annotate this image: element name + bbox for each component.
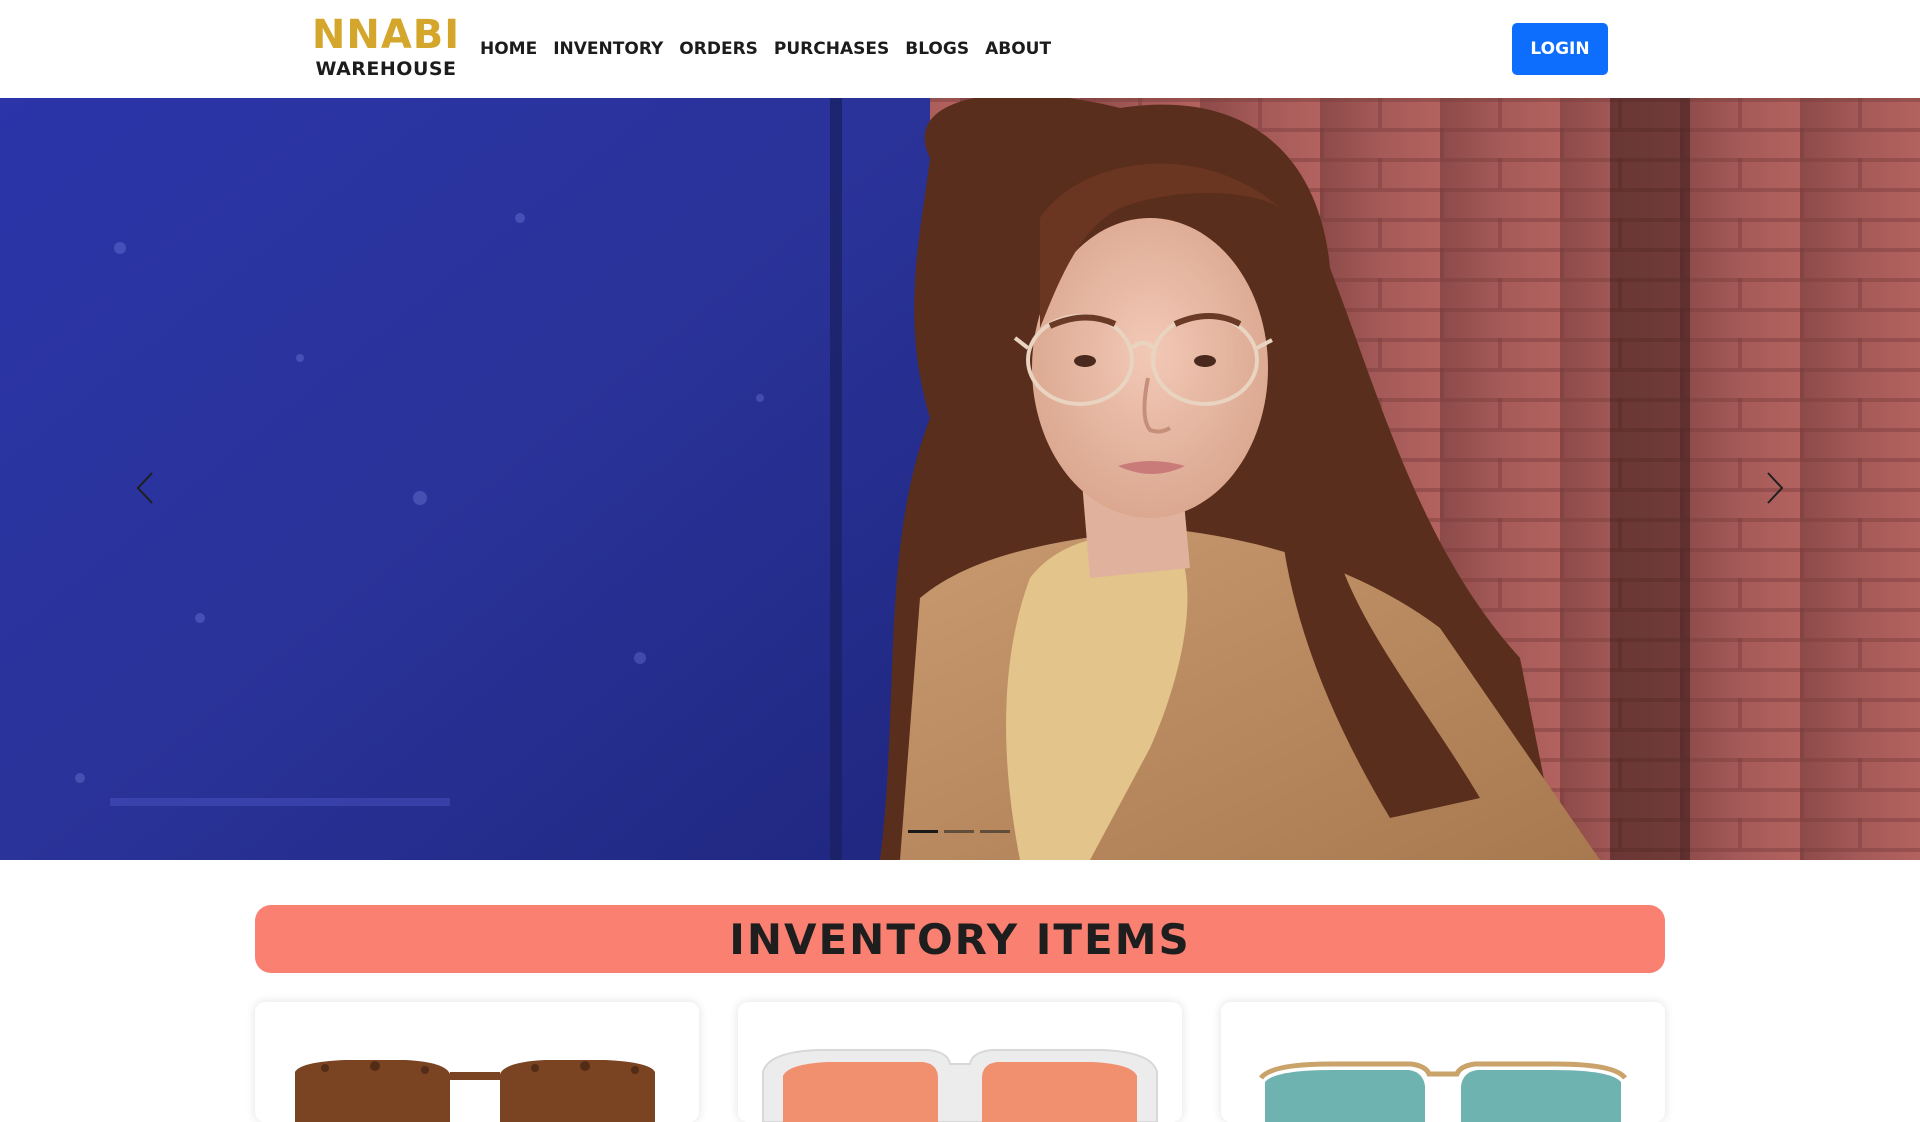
inventory-card[interactable] [1221, 1002, 1665, 1122]
brand-subtitle: WAREHOUSE [315, 58, 457, 80]
inventory-section-header: INVENTORY ITEMS [255, 905, 1665, 973]
inventory-card[interactable] [738, 1002, 1182, 1122]
inventory-section-title: INVENTORY ITEMS [729, 914, 1191, 964]
nav-link-blogs[interactable]: BLOGS [897, 38, 977, 60]
nav-link-purchases[interactable]: PURCHASES [766, 38, 897, 60]
nav-link-inventory[interactable]: INVENTORY [545, 38, 671, 60]
chevron-left-icon [136, 472, 153, 504]
carousel-indicator-2[interactable] [944, 830, 974, 833]
main-nav: HOME INVENTORY ORDERS PURCHASES BLOGS AB… [480, 38, 1059, 60]
gold-frame-teal-lens-glasses-image [1258, 1061, 1628, 1122]
carousel-next-button[interactable] [1745, 458, 1805, 518]
brand-logo[interactable]: NNABI WAREHOUSE [311, 12, 461, 80]
brand-name: NNABI [311, 12, 461, 58]
inventory-card[interactable] [255, 1002, 699, 1122]
hero-slide-image [0, 98, 1920, 860]
carousel-prev-button[interactable] [115, 458, 175, 518]
nav-link-home[interactable]: HOME [480, 38, 545, 60]
login-button[interactable]: LOGIN [1512, 23, 1608, 75]
nav-link-orders[interactable]: ORDERS [671, 38, 766, 60]
carousel-indicator-1[interactable] [908, 830, 938, 833]
clear-frame-orange-lens-glasses-image [762, 1049, 1158, 1122]
carousel-indicators [908, 830, 1010, 833]
carousel-indicator-3[interactable] [980, 830, 1010, 833]
nav-link-about[interactable]: ABOUT [977, 38, 1059, 60]
hero-carousel [0, 98, 1920, 860]
chevron-right-icon [1767, 472, 1784, 504]
navbar: NNABI WAREHOUSE HOME INVENTORY ORDERS PU… [0, 0, 1920, 98]
tortoise-shell-glasses-image [295, 1060, 655, 1122]
